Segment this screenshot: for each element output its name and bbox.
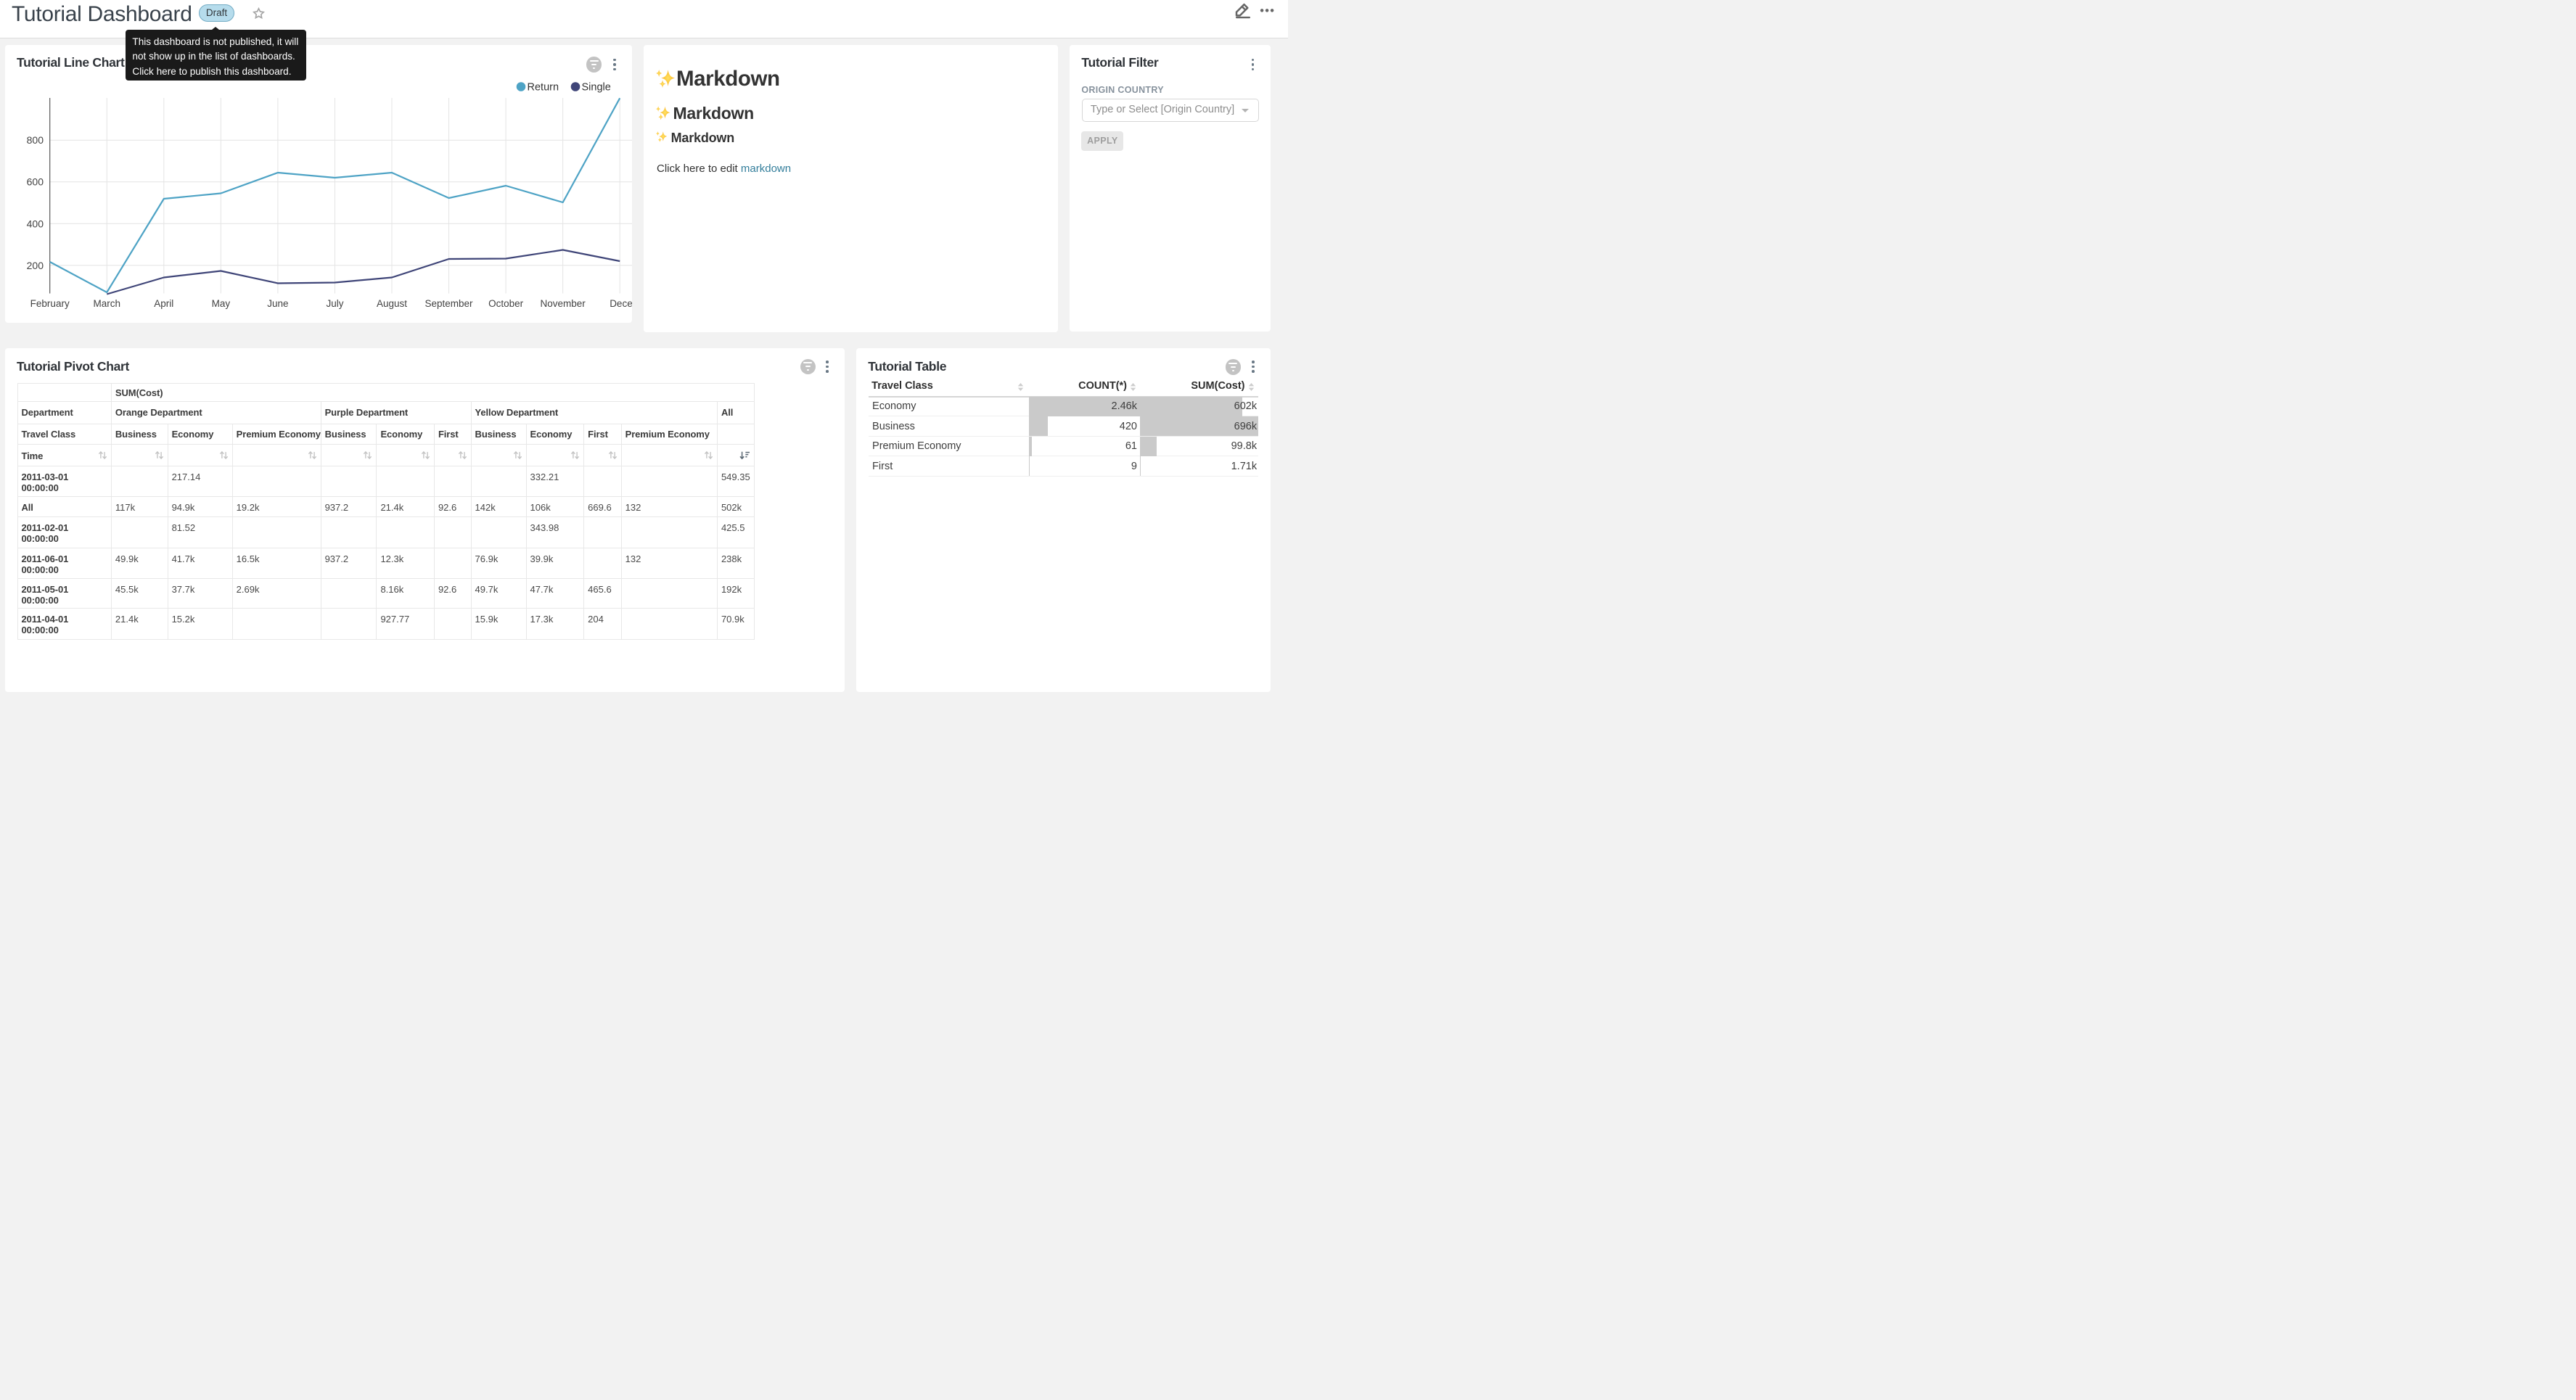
svg-text:800: 800 [27,134,44,146]
svg-text:May: May [212,298,231,309]
svg-text:400: 400 [27,218,44,229]
svg-text:July: July [326,298,343,309]
svg-text:October: October [488,298,524,309]
svg-text:600: 600 [27,176,44,187]
svg-text:Single: Single [582,81,611,93]
svg-text:February: February [30,298,70,309]
svg-text:June: June [267,298,288,309]
svg-text:November: November [541,298,586,309]
svg-text:200: 200 [27,259,44,271]
svg-text:Dece: Dece [610,298,632,309]
svg-text:September: September [425,298,474,309]
svg-text:August: August [377,298,407,309]
svg-text:April: April [154,298,173,309]
svg-text:March: March [93,298,120,309]
svg-text:Return: Return [528,81,559,93]
